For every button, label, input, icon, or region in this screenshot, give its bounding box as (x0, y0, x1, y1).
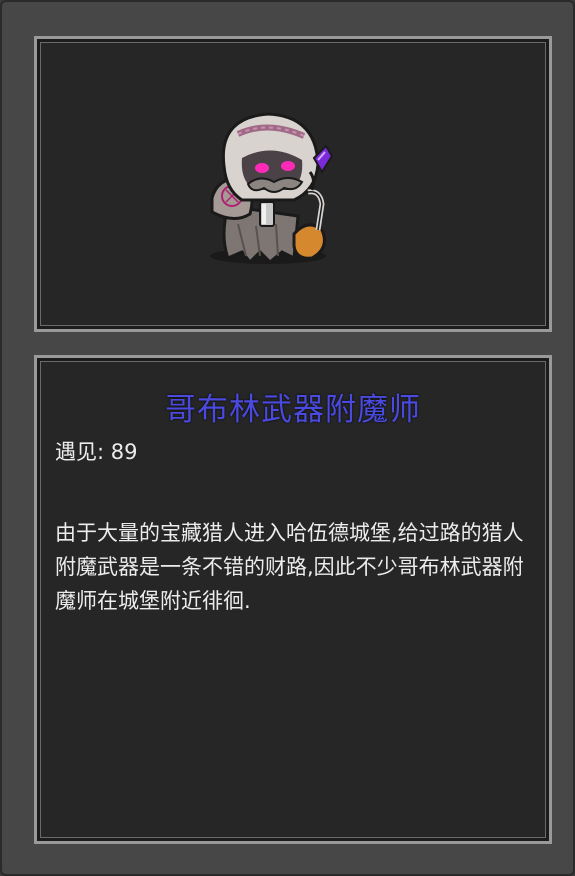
creature-description: 由于大量的宝藏猎人进入哈伍德城堡,给过路的猎人附魔武器是一条不错的财路,因此不少… (55, 521, 524, 613)
encounter-count: 遇见: 89 (55, 436, 138, 466)
bestiary-frame: 哥布林武器附魔师 遇见: 89 由于大量的宝藏猎人进入哈伍德城堡,给过路的猎人附… (0, 0, 575, 876)
encounter-label: 遇见: (55, 440, 111, 464)
info-panel: 哥布林武器附魔师 遇见: 89 由于大量的宝藏猎人进入哈伍德城堡,给过路的猎人附… (34, 355, 552, 844)
creature-name: 哥布林武器附魔师 (165, 392, 421, 428)
encounter-value: 89 (110, 440, 138, 464)
goblin-enchanter-portrait-icon (210, 112, 334, 265)
